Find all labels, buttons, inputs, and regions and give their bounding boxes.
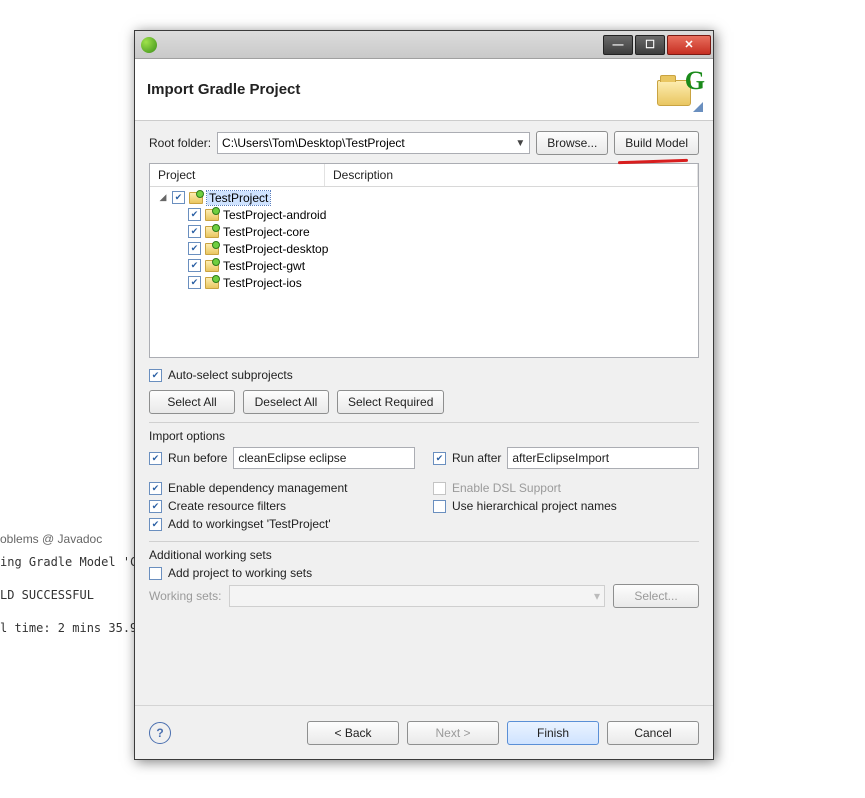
tree-child-row[interactable]: TestProject-core <box>154 223 694 240</box>
checkbox[interactable] <box>188 225 201 238</box>
tree-child-row[interactable]: TestProject-android <box>154 206 694 223</box>
working-sets-combo: ▾ <box>229 585 605 607</box>
additional-title: Additional working sets <box>149 548 699 562</box>
console-line: LD SUCCESSFUL <box>0 588 94 602</box>
checkbox[interactable] <box>188 276 201 289</box>
working-sets-label: Working sets: <box>149 589 221 603</box>
checkbox[interactable] <box>188 242 201 255</box>
titlebar[interactable]: — ☐ ✕ <box>135 31 713 59</box>
run-before-input[interactable]: cleanEclipse eclipse <box>233 447 415 469</box>
browse-button[interactable]: Browse... <box>536 131 608 155</box>
create-filters-label: Create resource filters <box>168 499 286 513</box>
enable-dependency-checkbox[interactable] <box>149 482 162 495</box>
checkbox[interactable] <box>188 259 201 272</box>
tree-child-row[interactable]: TestProject-ios <box>154 274 694 291</box>
select-all-button[interactable]: Select All <box>149 390 235 414</box>
checkbox[interactable] <box>172 191 185 204</box>
auto-select-checkbox[interactable] <box>149 369 162 382</box>
maximize-button[interactable]: ☐ <box>635 35 665 55</box>
cancel-button[interactable]: Cancel <box>607 721 699 745</box>
project-icon <box>205 243 219 255</box>
collapse-icon[interactable]: ◢ <box>158 192 168 203</box>
add-workingset-checkbox[interactable] <box>149 518 162 531</box>
eclipse-tabs-bg: oblems @ Javadoc <box>0 532 102 546</box>
close-button[interactable]: ✕ <box>667 35 711 55</box>
create-filters-checkbox[interactable] <box>149 500 162 513</box>
run-before-checkbox[interactable] <box>149 452 162 465</box>
dialog-footer: ? < Back Next > Finish Cancel <box>135 705 713 759</box>
project-icon <box>205 209 219 221</box>
project-icon <box>205 226 219 238</box>
tree-root-label: TestProject <box>207 191 270 205</box>
import-options-title: Import options <box>149 429 699 443</box>
select-required-button[interactable]: Select Required <box>337 390 444 414</box>
minimize-button[interactable]: — <box>603 35 633 55</box>
run-after-input[interactable]: afterEclipseImport <box>507 447 699 469</box>
tree-child-row[interactable]: TestProject-desktop <box>154 240 694 257</box>
chevron-down-icon: ▾ <box>594 589 600 603</box>
tree-child-label: TestProject-core <box>223 225 310 239</box>
tree-child-label: TestProject-ios <box>223 276 302 290</box>
next-button: Next > <box>407 721 499 745</box>
chevron-down-icon[interactable]: ▼ <box>515 138 525 149</box>
run-after-checkbox[interactable] <box>433 452 446 465</box>
root-folder-value: C:\Users\Tom\Desktop\TestProject <box>222 136 405 150</box>
enable-dependency-label: Enable dependency management <box>168 481 347 495</box>
tree-child-label: TestProject-gwt <box>223 259 305 273</box>
run-before-label: Run before <box>168 451 227 465</box>
root-folder-label: Root folder: <box>149 136 211 150</box>
import-gradle-dialog: — ☐ ✕ Import Gradle Project G Root folde… <box>134 30 714 760</box>
finish-button[interactable]: Finish <box>507 721 599 745</box>
select-ws-button: Select... <box>613 584 699 608</box>
tree-child-label: TestProject-android <box>223 208 326 222</box>
deselect-all-button[interactable]: Deselect All <box>243 390 329 414</box>
build-model-button[interactable]: Build Model <box>614 131 699 155</box>
tree-child-label: TestProject-desktop <box>223 242 328 256</box>
project-tree[interactable]: Project Description ◢ TestProject TestPr… <box>149 163 699 358</box>
dialog-header: Import Gradle Project G <box>135 59 713 121</box>
col-description[interactable]: Description <box>325 164 698 186</box>
col-project[interactable]: Project <box>150 164 325 186</box>
root-folder-input[interactable]: C:\Users\Tom\Desktop\TestProject ▼ <box>217 132 530 154</box>
gradle-folder-icon: G <box>657 70 701 110</box>
project-icon <box>189 192 203 204</box>
hierarchical-checkbox[interactable] <box>433 500 446 513</box>
run-after-label: Run after <box>452 451 501 465</box>
app-icon <box>141 37 157 53</box>
hierarchical-label: Use hierarchical project names <box>452 499 617 513</box>
project-icon <box>205 260 219 272</box>
tree-child-row[interactable]: TestProject-gwt <box>154 257 694 274</box>
checkbox[interactable] <box>188 208 201 221</box>
tree-root-row[interactable]: ◢ TestProject <box>154 189 694 206</box>
console-line: l time: 2 mins 35.9 <box>0 621 137 635</box>
tree-header: Project Description <box>150 164 698 187</box>
enable-dsl-checkbox <box>433 482 446 495</box>
auto-select-label: Auto-select subprojects <box>168 368 293 382</box>
page-title: Import Gradle Project <box>147 81 300 98</box>
add-workingset-label: Add to workingset 'TestProject' <box>168 517 331 531</box>
project-icon <box>205 277 219 289</box>
add-project-ws-label: Add project to working sets <box>168 566 312 580</box>
add-project-ws-checkbox[interactable] <box>149 567 162 580</box>
help-icon[interactable]: ? <box>149 722 171 744</box>
back-button[interactable]: < Back <box>307 721 399 745</box>
enable-dsl-label: Enable DSL Support <box>452 481 561 495</box>
